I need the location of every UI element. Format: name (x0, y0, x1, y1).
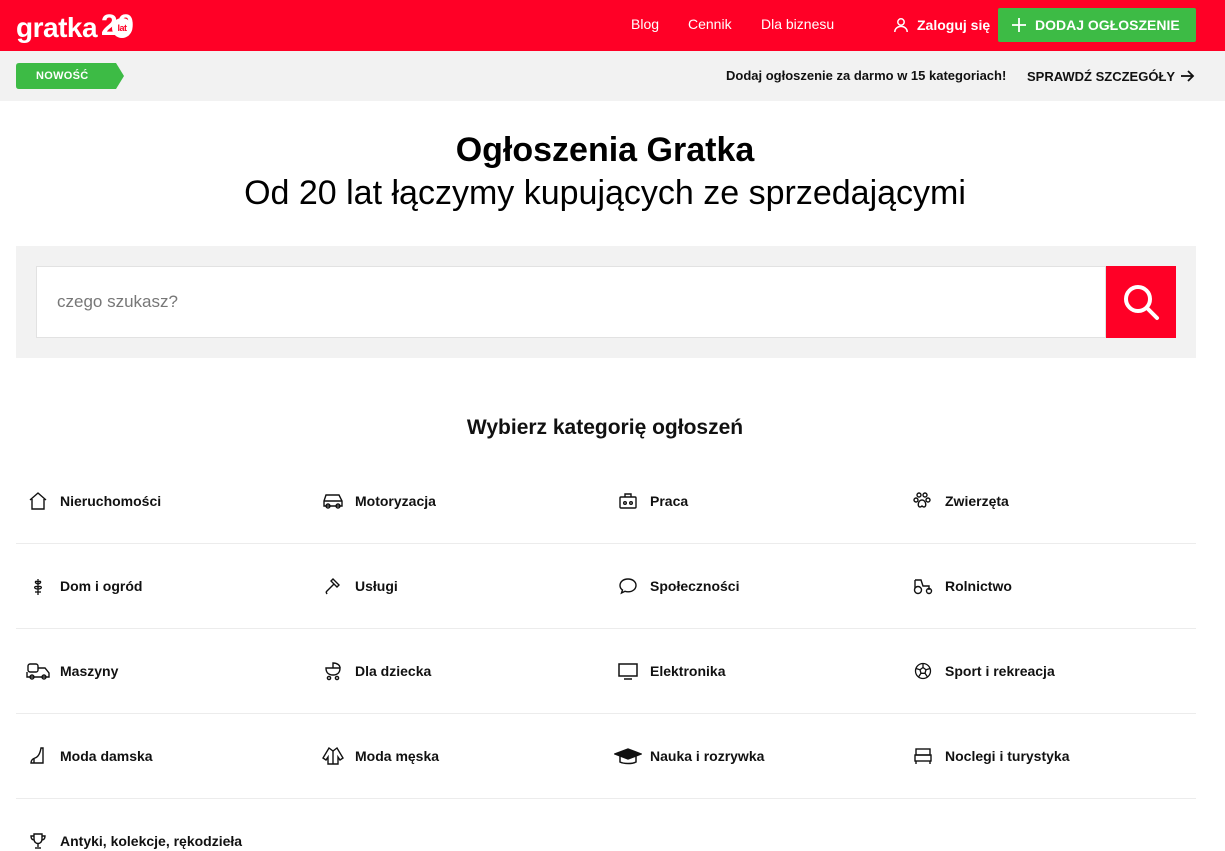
login-label: Zaloguj się (917, 16, 991, 33)
new-badge: NOWOŚĆ (16, 63, 124, 89)
category-label: Praca (650, 493, 689, 509)
category-label: Społeczności (650, 578, 740, 594)
page-subtitle: Od 20 lat łączymy kupujących ze sprzedaj… (244, 174, 966, 212)
chat-bubble-icon (619, 578, 637, 595)
category-row: Dom i ogród Usługi Społeczności Rolnictw… (16, 544, 1196, 629)
category-label: Nieruchomości (60, 493, 162, 509)
category-row: Antyki, kolekcje, rękodzieła (16, 799, 1196, 851)
bed-icon (914, 748, 932, 764)
car-icon (323, 494, 343, 509)
category-moda-meska[interactable]: Moda męska (311, 714, 606, 798)
plus-icon (1012, 18, 1026, 32)
category-dla-dziecka[interactable]: Dla dziecka (311, 629, 606, 713)
nav-link-blog[interactable]: Blog (631, 0, 659, 51)
category-praca[interactable]: Praca (606, 459, 901, 543)
category-label: Usługi (355, 578, 398, 594)
briefcase-icon (619, 493, 637, 509)
category-uslugi[interactable]: Usługi (311, 544, 606, 628)
category-dom-i-ogrod[interactable]: Dom i ogród (16, 544, 311, 628)
tractor-icon (913, 579, 933, 595)
logo-wordmark: gratka (16, 12, 98, 43)
user-icon (894, 17, 908, 32)
category-label: Nauka i rozrywka (650, 748, 765, 764)
arrow-right-icon (1181, 70, 1195, 82)
category-sport-i-rekreacja[interactable]: Sport i rekreacja (901, 629, 1196, 713)
category-label: Zwierzęta (945, 493, 1009, 509)
top-header: gratka 20 lat Blog Cennik Dla biznesu Za… (0, 0, 1225, 51)
category-noclegi-i-turystyka[interactable]: Noclegi i turystyka (901, 714, 1196, 798)
new-badge-label: NOWOŚĆ (36, 70, 89, 82)
graduation-cap-icon (614, 748, 642, 765)
stroller-icon (325, 662, 341, 681)
machine-icon (26, 663, 50, 680)
category-label: Moda damska (60, 748, 153, 764)
monitor-icon (618, 663, 638, 680)
category-nieruchomosci[interactable]: Nieruchomości (16, 459, 311, 543)
category-antyki[interactable]: Antyki, kolekcje, rękodzieła (16, 799, 311, 851)
trophy-icon (30, 833, 46, 849)
gratka-logo[interactable]: gratka 20 lat (16, 11, 134, 50)
category-zwierzeta[interactable]: Zwierzęta (901, 459, 1196, 543)
category-moda-damska[interactable]: Moda damska (16, 714, 311, 798)
paw-icon (913, 492, 931, 508)
check-details-link[interactable]: SPRAWDŹ SZCZEGÓŁY (1027, 51, 1195, 101)
category-label: Motoryzacja (355, 493, 436, 509)
category-row: Nieruchomości Motoryzacja Praca Zwierzęt… (16, 459, 1196, 544)
nav-link-dla-biznesu[interactable]: Dla biznesu (761, 0, 834, 51)
high-heel-icon (30, 747, 44, 764)
category-rolnictwo[interactable]: Rolnictwo (901, 544, 1196, 628)
search-icon (1124, 285, 1159, 320)
category-label: Dom i ogród (60, 578, 143, 594)
logo-anniversary-badge: lat (112, 18, 132, 38)
ball-icon (914, 662, 932, 680)
login-button[interactable]: Zaloguj się (893, 0, 990, 49)
shirt-icon (322, 746, 344, 765)
categories-grid: Nieruchomości Motoryzacja Praca Zwierzęt… (16, 459, 1196, 851)
category-maszyny[interactable]: Maszyny (16, 629, 311, 713)
search-input[interactable] (36, 266, 1106, 338)
check-details-label: SPRAWDŹ SZCZEGÓŁY (1027, 68, 1176, 84)
category-motoryzacja[interactable]: Motoryzacja (311, 459, 606, 543)
categories-heading: Wybierz kategorię ogłoszeń (466, 416, 744, 439)
category-label: Dla dziecka (355, 663, 432, 679)
hammer-icon (325, 578, 340, 595)
page-title: Ogłoszenia Gratka (455, 131, 755, 169)
category-spolecznosci[interactable]: Społeczności (606, 544, 901, 628)
nav-link-cennik[interactable]: Cennik (688, 0, 732, 51)
category-label: Antyki, kolekcje, rękodzieła (60, 833, 243, 849)
search-panel (16, 246, 1196, 358)
category-row: Maszyny Dla dziecka Elektronika Sport i … (16, 629, 1196, 714)
search-button[interactable] (1106, 266, 1176, 338)
house-icon (29, 492, 47, 510)
category-nauka-i-rozrywka[interactable]: Nauka i rozrywka (606, 714, 901, 798)
promo-text: Dodaj ogłoszenie za darmo w 15 kategoria… (726, 68, 1007, 83)
info-bar: NOWOŚĆ Dodaj ogłoszenie za darmo w 15 ka… (0, 51, 1225, 101)
category-label: Maszyny (60, 663, 119, 679)
add-listing-button[interactable]: DODAJ OGŁOSZENIE (998, 8, 1196, 42)
category-label: Elektronika (650, 663, 726, 679)
category-label: Rolnictwo (945, 578, 1012, 594)
category-elektronika[interactable]: Elektronika (606, 629, 901, 713)
plant-icon (33, 579, 43, 595)
category-label: Sport i rekreacja (945, 663, 1055, 679)
category-label: Noclegi i turystyka (945, 748, 1070, 764)
add-listing-label: DODAJ OGŁOSZENIE (1035, 17, 1180, 33)
category-label: Moda męska (355, 748, 440, 764)
category-row: Moda damska Moda męska Nauka i rozrywka … (16, 714, 1196, 799)
